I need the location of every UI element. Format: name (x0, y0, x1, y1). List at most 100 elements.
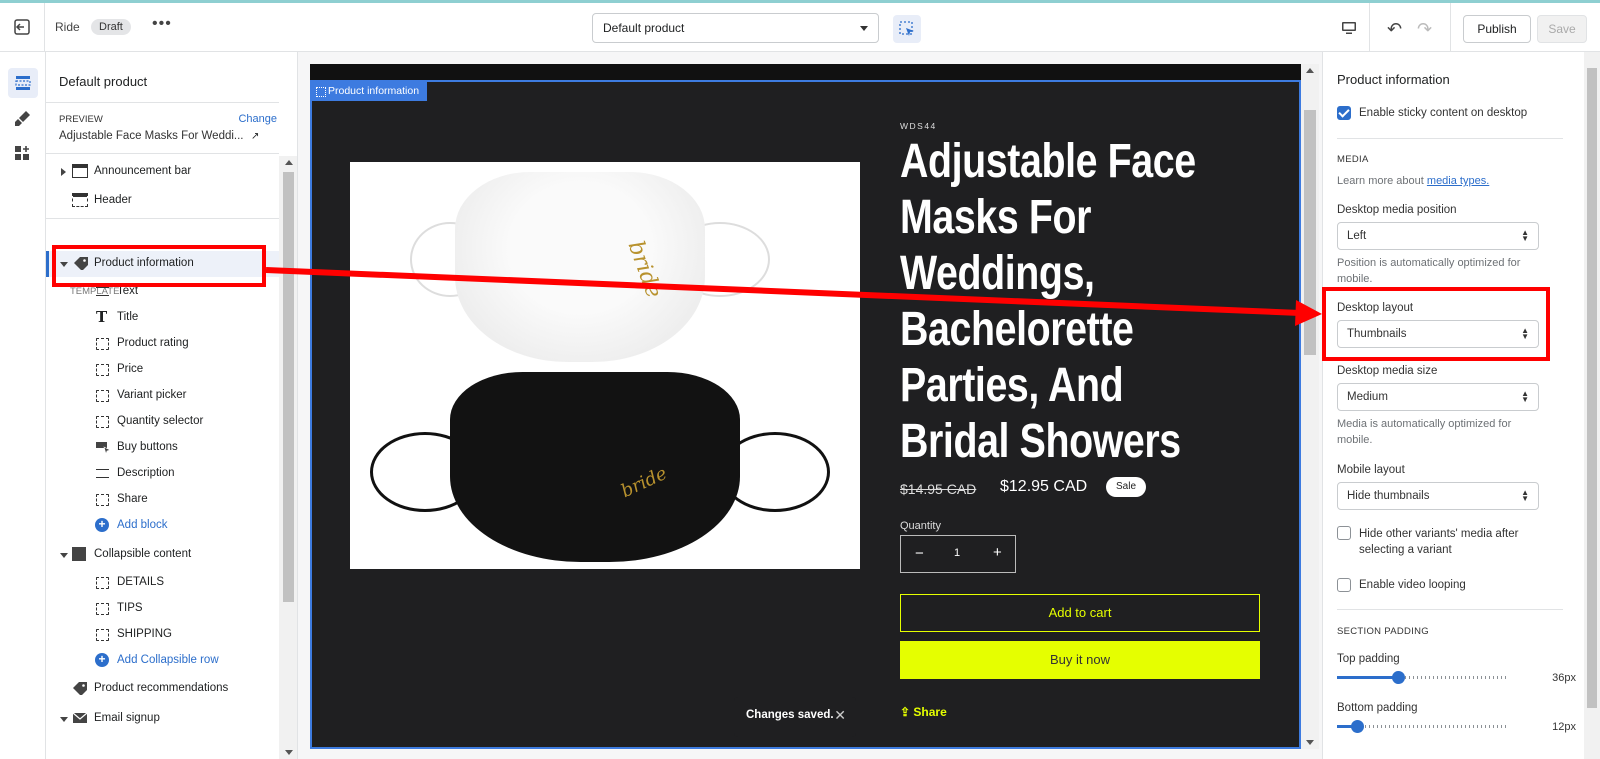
tag-icon (73, 682, 87, 695)
block-label: TIPS (117, 602, 143, 614)
block-placeholder-icon (96, 338, 109, 350)
block-placeholder-icon (96, 494, 109, 506)
sections-tab[interactable] (8, 68, 38, 98)
block-item-buy-buttons[interactable]: Buy buttons (46, 435, 279, 461)
video-looping-label: Enable video looping (1359, 579, 1466, 591)
chevron-down-icon (860, 26, 868, 31)
block-placeholder-icon (96, 629, 109, 641)
plus-icon[interactable]: + (993, 544, 1002, 561)
quantity-value[interactable]: 1 (954, 547, 960, 559)
annotation-highlight-box (1322, 287, 1550, 361)
sections-sidebar: Default product PREVIEW Change Adjustabl… (46, 52, 298, 759)
divider (1450, 3, 1451, 52)
share-label: Share (913, 705, 947, 719)
sidebar-item-label: Product recommendations (94, 682, 229, 694)
add-collapsible-row-button[interactable]: + Add Collapsible row (46, 648, 279, 674)
apps-tab[interactable] (8, 138, 38, 168)
sticky-content-checkbox[interactable] (1337, 106, 1351, 120)
envelope-icon (72, 712, 88, 723)
block-placeholder-icon (96, 603, 109, 615)
sale-badge: Sale (1106, 477, 1147, 497)
hide-variants-checkbox[interactable] (1337, 526, 1351, 540)
scrollbar-thumb[interactable] (1587, 68, 1597, 708)
block-item-details[interactable]: DETAILS (46, 570, 279, 596)
template-select[interactable]: Default product (592, 13, 879, 43)
slider-fill (1337, 676, 1398, 679)
media-types-link[interactable]: media types. (1427, 175, 1489, 187)
publish-button[interactable]: Publish (1463, 15, 1531, 43)
block-item-share[interactable]: Share (46, 487, 279, 513)
block-item-tips[interactable]: TIPS (46, 596, 279, 622)
scroll-down-icon[interactable] (1306, 740, 1314, 745)
bottom-padding-slider[interactable] (1337, 720, 1507, 734)
desktop-media-position-label: Desktop media position (1337, 204, 1457, 216)
mobile-layout-select[interactable]: Hide thumbnails ▲ ▼ (1337, 482, 1539, 510)
share-button[interactable]: ⇪ Share (900, 705, 947, 719)
buy-buttons-icon (96, 442, 111, 454)
product-vendor: WDS44 (900, 121, 937, 131)
preview-scrollbar[interactable] (1301, 64, 1319, 749)
block-item-product-rating[interactable]: Product rating (46, 331, 279, 357)
announcement-bar-icon (72, 164, 88, 178)
undo-icon[interactable]: ↶ (1387, 19, 1402, 40)
section-tag[interactable]: Product information (310, 81, 428, 101)
top-padding-slider[interactable] (1337, 671, 1507, 685)
block-item-quantity-selector[interactable]: Quantity selector (46, 409, 279, 435)
scrollbar-thumb[interactable] (283, 172, 294, 602)
close-icon[interactable]: ✕ (834, 707, 846, 724)
add-to-cart-button[interactable]: Add to cart (900, 594, 1260, 632)
sidebar-item-collapsible-content[interactable]: Collapsible content (46, 542, 279, 568)
block-item-title[interactable]: T Title (46, 305, 279, 331)
save-button[interactable]: Save (1537, 15, 1587, 43)
sidebar-item-header[interactable]: Header (46, 188, 279, 214)
desktop-media-size-select[interactable]: Medium ▲ ▼ (1337, 383, 1539, 411)
scroll-up-icon[interactable] (1306, 68, 1314, 73)
sidebar-scrollbar[interactable] (279, 156, 297, 759)
scroll-up-icon[interactable] (285, 160, 293, 165)
inspector-toggle-button[interactable] (893, 15, 921, 43)
slider-handle[interactable] (1351, 720, 1364, 733)
paintbrush-icon (15, 111, 30, 126)
block-label: SHIPPING (117, 628, 172, 640)
redo-icon[interactable]: ↷ (1417, 19, 1432, 40)
product-title: Adjustable Face Masks For Weddings, Bach… (900, 135, 1196, 468)
block-item-shipping[interactable]: SHIPPING (46, 622, 279, 648)
select-cursor-icon (899, 21, 914, 36)
block-item-variant-picker[interactable]: Variant picker (46, 383, 279, 409)
bottom-padding-value: 12px (1552, 721, 1576, 733)
block-item-price[interactable]: Price (46, 357, 279, 383)
chevron-down-icon (60, 553, 68, 558)
quantity-stepper[interactable]: − 1 + (900, 535, 1016, 573)
scroll-down-icon[interactable] (285, 750, 293, 755)
media-header: MEDIA (1337, 154, 1369, 165)
share-icon: ⇪ (900, 705, 914, 719)
more-actions-button[interactable]: ••• (152, 15, 172, 33)
minus-icon[interactable]: − (915, 545, 924, 562)
select-arrows-icon: ▲ ▼ (1521, 389, 1529, 404)
change-preview-link[interactable]: Change (238, 113, 277, 125)
sidebar-item-email-signup[interactable]: Email signup (46, 706, 279, 732)
media-size-help-text: Media is automatically optimized for mob… (1337, 418, 1512, 446)
add-block-label: Add block (117, 519, 168, 531)
desktop-media-position-select[interactable]: Left ▲ ▼ (1337, 222, 1539, 250)
desktop-icon[interactable] (1341, 20, 1357, 36)
buy-it-now-button[interactable]: Buy it now (900, 641, 1260, 679)
add-block-button[interactable]: + Add block (46, 513, 279, 539)
hide-variants-label: Hide other variants' media after selecti… (1359, 528, 1519, 556)
white-mask-image (455, 172, 705, 362)
video-looping-checkbox[interactable] (1337, 578, 1351, 592)
sidebar-item-product-recommendations[interactable]: Product recommendations (46, 676, 279, 702)
exit-icon[interactable] (12, 17, 32, 37)
sticky-content-label: Enable sticky content on desktop (1359, 107, 1528, 119)
preview-label: PREVIEW (59, 114, 103, 125)
product-media[interactable]: bride bride (350, 162, 860, 569)
settings-scrollbar[interactable] (1584, 52, 1600, 759)
block-item-description[interactable]: Description (46, 461, 279, 487)
theme-settings-tab[interactable] (8, 104, 38, 134)
external-link-icon[interactable]: ↗ (251, 131, 259, 142)
sidebar-item-announcement-bar[interactable]: Announcement bar (46, 159, 279, 185)
divider (1337, 609, 1563, 610)
slider-handle[interactable] (1392, 671, 1405, 684)
divider (44, 3, 45, 52)
scrollbar-thumb[interactable] (1304, 110, 1316, 355)
